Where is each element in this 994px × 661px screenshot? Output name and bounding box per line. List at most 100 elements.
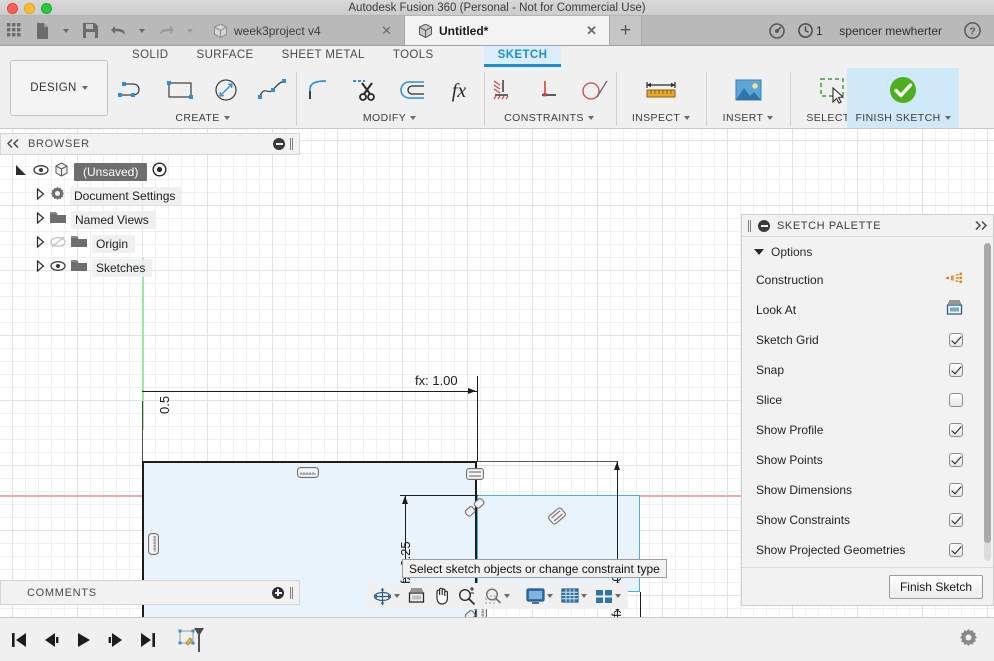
palette-option-show-profile[interactable]: Show Profile bbox=[742, 415, 993, 445]
workspace-tab-tools[interactable]: TOOLS bbox=[379, 46, 448, 67]
eye-hidden-icon[interactable] bbox=[50, 235, 66, 253]
show-dimensions-checkbox[interactable] bbox=[949, 483, 963, 497]
expand-triangle-icon[interactable] bbox=[14, 163, 28, 181]
palette-collapse-icon[interactable] bbox=[758, 219, 770, 232]
timeline-step-forward-button[interactable] bbox=[104, 628, 126, 652]
browser-item-unsaved[interactable]: (Unsaved) bbox=[6, 160, 300, 184]
create-rectangle-tool[interactable] bbox=[159, 70, 201, 110]
workspace-tab-solid[interactable]: SOLID bbox=[118, 46, 183, 67]
display-settings-icon[interactable] bbox=[523, 584, 556, 608]
ribbon-group-constraints-label-row[interactable]: CONSTRAINTS bbox=[504, 112, 594, 124]
ribbon-group-inspect-label-row[interactable]: INSPECT bbox=[632, 112, 691, 124]
comments-resize-grip[interactable] bbox=[290, 586, 293, 599]
pan-hand-icon[interactable] bbox=[430, 584, 453, 608]
finish-sketch-palette-button[interactable]: Finish Sketch bbox=[888, 574, 983, 599]
ribbon-group-create-label-row[interactable]: CREATE bbox=[175, 112, 230, 124]
constraint-vertical-left-icon[interactable] bbox=[148, 533, 159, 560]
create-circle-tool[interactable] bbox=[205, 70, 247, 110]
constraint-fix-tool[interactable] bbox=[482, 70, 524, 110]
app-grid-icon[interactable] bbox=[0, 16, 28, 45]
dim-top-label[interactable]: fx: 1.00 bbox=[415, 373, 458, 388]
redo-icon[interactable] bbox=[152, 16, 180, 45]
save-icon[interactable] bbox=[76, 16, 104, 45]
browser-collapse-icon[interactable] bbox=[6, 135, 20, 153]
new-file-icon[interactable] bbox=[28, 16, 56, 45]
palette-options-section-header[interactable]: Options bbox=[742, 237, 993, 265]
slice-checkbox[interactable] bbox=[949, 393, 963, 407]
create-spline-tool[interactable] bbox=[251, 70, 293, 110]
chevron-down-icon[interactable] bbox=[394, 594, 400, 598]
comments-panel[interactable]: COMMENTS bbox=[0, 580, 300, 605]
eye-icon[interactable] bbox=[33, 163, 49, 181]
design-workspace-button[interactable]: DESIGN bbox=[10, 60, 108, 116]
palette-drag-grip[interactable] bbox=[748, 219, 751, 232]
eye-icon[interactable] bbox=[50, 259, 66, 277]
timeline-go-to-end-button[interactable] bbox=[136, 628, 158, 652]
insert-canvas-tool[interactable] bbox=[727, 70, 769, 110]
viewports-icon[interactable] bbox=[592, 584, 624, 608]
modify-offset-tool[interactable] bbox=[392, 70, 434, 110]
user-account-name[interactable]: spencer mewherter bbox=[829, 24, 956, 38]
palette-expand-icon[interactable] bbox=[974, 217, 988, 235]
sketch-grid-checkbox[interactable] bbox=[949, 333, 963, 347]
palette-option-slice[interactable]: Slice bbox=[742, 385, 993, 415]
activate-component-icon[interactable] bbox=[152, 162, 167, 182]
ribbon-group-finish-sketch-label-row[interactable]: FINISH SKETCH bbox=[855, 112, 951, 124]
constraint-tangent-tool[interactable] bbox=[574, 70, 616, 110]
look-at-icon[interactable] bbox=[946, 300, 963, 320]
redo-dropdown-caret[interactable] bbox=[180, 16, 200, 45]
browser-item-document-settings[interactable]: Document Settings bbox=[6, 184, 300, 208]
chevron-down-icon[interactable] bbox=[581, 594, 587, 598]
add-comment-icon[interactable] bbox=[272, 586, 284, 599]
browser-item-sketches[interactable]: Sketches bbox=[6, 256, 300, 280]
timeline-settings-icon[interactable] bbox=[959, 628, 986, 652]
palette-scrollbar[interactable] bbox=[984, 243, 991, 561]
palette-option-look-at[interactable]: Look At bbox=[742, 295, 993, 325]
timeline-sketch-feature-node[interactable] bbox=[174, 627, 210, 652]
document-tab-week3project[interactable]: week3project v4 ✕ bbox=[200, 16, 405, 45]
dim-left-label[interactable]: 0.5 bbox=[157, 396, 172, 414]
chevron-down-icon[interactable] bbox=[504, 594, 510, 598]
zoom-window-icon[interactable] bbox=[481, 584, 513, 608]
browser-item-origin[interactable]: Origin bbox=[6, 232, 300, 256]
new-file-dropdown-caret[interactable] bbox=[56, 16, 76, 45]
modify-fillet-tool[interactable] bbox=[300, 70, 342, 110]
zoom-icon[interactable] bbox=[455, 584, 479, 608]
palette-option-show-points[interactable]: Show Points bbox=[742, 445, 993, 475]
constraint-perpendicular-tool[interactable] bbox=[528, 70, 570, 110]
timeline-step-back-button[interactable] bbox=[40, 628, 62, 652]
expand-triangle-icon[interactable] bbox=[36, 211, 45, 229]
new-tab-button[interactable]: + bbox=[610, 16, 642, 45]
palette-option-sketch-grid[interactable]: Sketch Grid bbox=[742, 325, 993, 355]
expand-triangle-icon[interactable] bbox=[36, 259, 45, 277]
ribbon-group-modify-label-row[interactable]: MODIFY bbox=[363, 112, 417, 124]
ribbon-group-insert-label-row[interactable]: INSERT bbox=[723, 112, 774, 124]
snap-checkbox[interactable] bbox=[949, 363, 963, 377]
data-panel-icon[interactable] bbox=[763, 22, 791, 39]
inspect-measure-tool[interactable] bbox=[640, 70, 682, 110]
show-profile-checkbox[interactable] bbox=[949, 423, 963, 437]
workspace-tab-sketch[interactable]: SKETCH bbox=[483, 46, 562, 67]
palette-option-show-projected-geometries[interactable]: Show Projected Geometries bbox=[742, 535, 993, 565]
show-projected-geometries-checkbox[interactable] bbox=[949, 543, 963, 557]
palette-option-show-dimensions[interactable]: Show Dimensions bbox=[742, 475, 993, 505]
close-tab-icon[interactable]: ✕ bbox=[572, 23, 597, 39]
constraint-coincident-upper-icon[interactable] bbox=[463, 495, 487, 524]
look-at-nav-icon[interactable] bbox=[405, 584, 428, 608]
undo-icon[interactable] bbox=[104, 16, 132, 45]
show-constraints-checkbox[interactable] bbox=[949, 513, 963, 527]
orbit-icon[interactable] bbox=[370, 584, 403, 608]
timeline-play-button[interactable] bbox=[72, 628, 94, 652]
finish-sketch-button[interactable] bbox=[882, 70, 924, 110]
workspace-tab-surface[interactable]: SURFACE bbox=[183, 46, 268, 67]
grid-snap-settings-icon[interactable] bbox=[558, 584, 590, 608]
show-points-checkbox[interactable] bbox=[949, 453, 963, 467]
timeline-go-to-beginning-button[interactable] bbox=[8, 628, 30, 652]
constraint-parallel-topright-icon[interactable] bbox=[466, 467, 484, 485]
close-tab-icon[interactable]: ✕ bbox=[367, 23, 392, 39]
expand-triangle-icon[interactable] bbox=[36, 235, 45, 253]
palette-option-show-constraints[interactable]: Show Constraints bbox=[742, 505, 993, 535]
expand-triangle-icon[interactable] bbox=[36, 187, 45, 205]
modify-change-parameters-tool[interactable]: fx bbox=[438, 70, 480, 110]
construction-geometry-icon[interactable] bbox=[945, 271, 963, 290]
